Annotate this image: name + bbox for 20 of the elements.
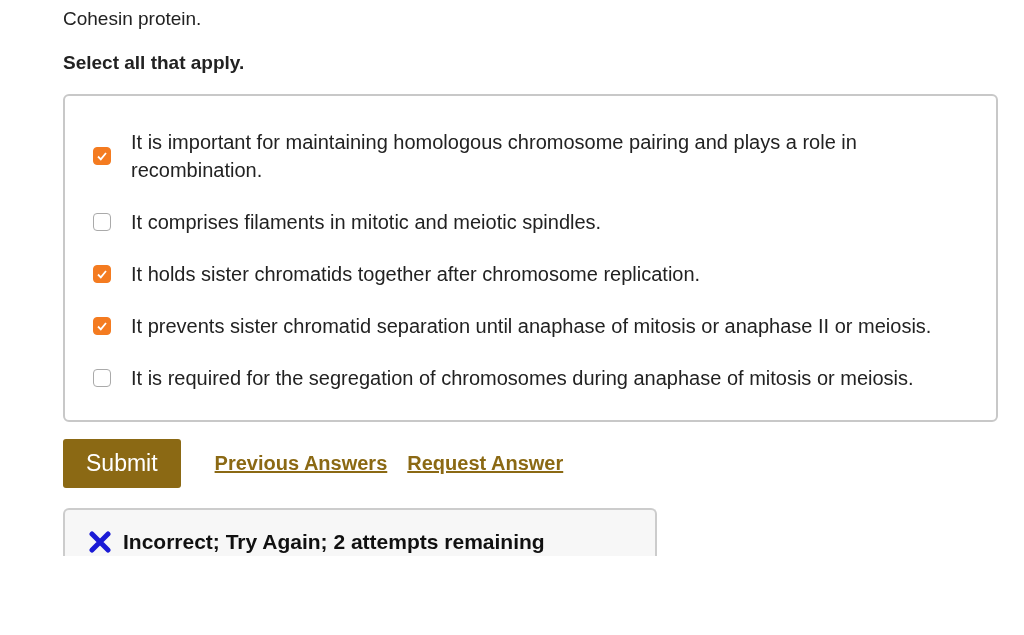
checkbox[interactable] [93, 265, 111, 283]
option-label: It holds sister chromatids together after chromosome replication. [131, 262, 701, 287]
option-label: It prevents sister chromatid separation until anaphase of mitosis or anaphase II or meiosis. [131, 314, 932, 339]
option-label: It is required for the segregation of chromosomes during anaphase of mitosis or meiosis. [131, 366, 914, 391]
checkbox[interactable] [93, 317, 111, 335]
answer-link[interactable]: Previous Answers [214, 452, 388, 475]
option-label: It comprises filaments in mitotic and meiotic spindles. [131, 210, 602, 235]
checkbox[interactable] [93, 147, 111, 165]
check-icon [96, 320, 108, 332]
checkbox[interactable] [93, 213, 111, 231]
option-label: It is important for maintaining homologous chromosome pairing and plays a role in recombination. [131, 130, 858, 183]
check-icon [96, 150, 108, 162]
feedback-message: Incorrect; Try Again; 2 attempts remaining [123, 530, 545, 554]
check-icon [96, 268, 108, 280]
answer-link[interactable]: Request Answer [407, 452, 564, 475]
question-instruction: Select all that apply. [63, 51, 246, 75]
question-prompt: Cohesin protein. [63, 7, 203, 31]
submit-button[interactable]: Submit [63, 439, 181, 488]
cross-icon [89, 531, 111, 553]
checkbox[interactable] [93, 369, 111, 387]
